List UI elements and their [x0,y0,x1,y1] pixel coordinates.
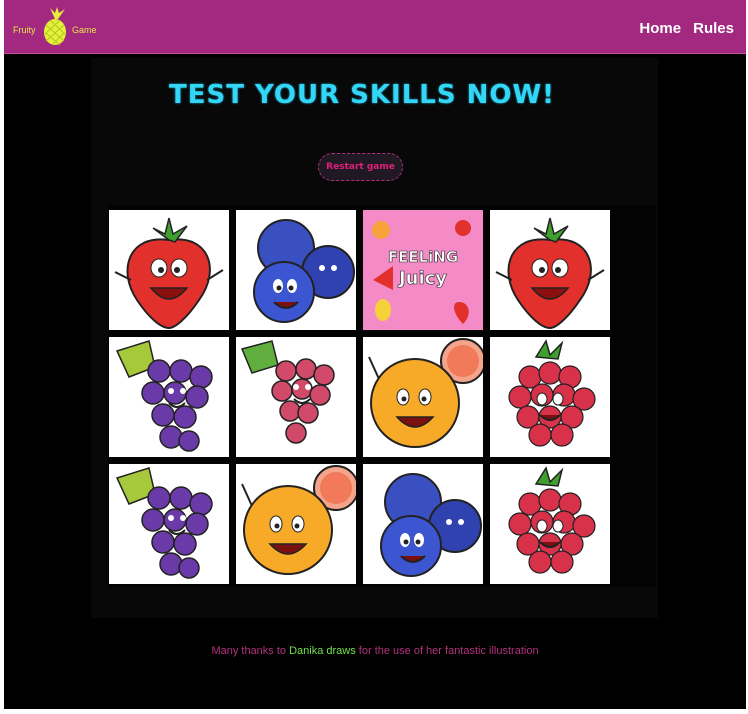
card-blueberries[interactable] [363,464,483,584]
logo-word-game: Game [72,25,97,35]
strawberry-icon [495,217,605,330]
card-raspberry[interactable] [490,337,610,457]
feeling-juicy-poster-icon: FEELiNG Juicy [363,210,483,330]
logo-word-fruity: Fruity [13,25,36,35]
card-strawberry[interactable] [109,210,229,330]
card-orange[interactable] [363,337,483,457]
footer-text-before: Many thanks to [211,645,287,657]
page: Fruity Game Home Rules TEST YOUR SKILLS … [4,0,746,709]
page-title: TEST YOUR SKILLS NOW! [168,80,556,110]
red-grapes-icon [240,340,335,444]
orange-icon [241,465,356,575]
poster-text-juicy: Juicy [397,268,447,289]
orange-icon [368,338,483,448]
card-grapes-purple[interactable] [109,464,229,584]
purple-grapes-icon [115,467,213,579]
raspberry-icon [508,466,596,574]
footer-text-after: for the use of her fantastic illustratio… [358,645,539,657]
card-strawberry[interactable] [490,210,610,330]
card-orange[interactable] [236,464,356,584]
card-grapes-purple[interactable] [109,337,229,457]
card-feeling-juicy[interactable]: FEELiNG Juicy [363,210,483,330]
logo[interactable]: Fruity Game [10,7,100,47]
navbar: Fruity Game Home Rules [4,0,746,54]
nav-home-link[interactable]: Home [639,20,681,37]
purple-grapes-icon [115,340,213,452]
raspberry-icon [508,339,596,447]
restart-game-button[interactable]: Restart game [318,153,403,181]
card-raspberry[interactable] [490,464,610,584]
blueberries-icon [380,473,482,577]
poster-text-feeling: FEELiNG [388,248,458,266]
strawberry-icon [114,217,224,330]
card-grapes-red[interactable] [236,337,356,457]
nav-links: Home Rules [632,18,734,37]
footer-credits: Many thanks to Danika draws for the use … [4,645,746,657]
nav-rules-link[interactable]: Rules [693,20,734,37]
blueberries-icon [253,219,355,323]
card-blueberries[interactable] [236,210,356,330]
footer-artist-link[interactable]: Danika draws [289,645,356,657]
